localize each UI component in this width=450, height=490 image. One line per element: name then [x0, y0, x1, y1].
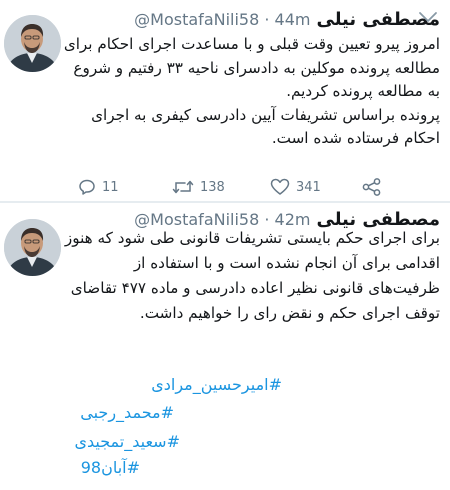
tweet-paragraph: پرونده براساس تشریفات آیین دادرسی کیفری … — [91, 105, 440, 148]
avatar[interactable] — [4, 219, 61, 276]
tweet-text: برای اجرای حکم بایستی تشریفات قانونی طی … — [60, 226, 440, 326]
tweet-paragraph: امروز پیرو تعیین وقت قبلی و با مساعدت اج… — [63, 35, 440, 100]
reply-icon — [79, 179, 95, 195]
hashtag-link[interactable]: #سعید_تمجیدی — [74, 432, 180, 451]
tweet-paragraph: برای اجرای حکم بایستی تشریفات قانونی طی … — [64, 229, 440, 322]
retweet-button[interactable]: 138 — [172, 178, 225, 196]
reply-count: 11 — [102, 179, 119, 195]
handle-and-time[interactable]: @MostafaNili58 · 44m — [134, 10, 310, 29]
hashtag-link[interactable]: #آبان98 — [81, 458, 140, 477]
tweet-actions: 11 138 341 — [78, 178, 398, 198]
tweet[interactable]: @MostafaNili58 · 44m مصطفی نیلی امروز پی… — [0, 0, 450, 203]
share-button[interactable] — [362, 178, 382, 196]
tweet-text: امروز پیرو تعیین وقت قبلی و با مساعدت اج… — [60, 33, 440, 151]
tweet[interactable]: @MostafaNili58 · 42m مصطفی نیلی برای اجر… — [0, 203, 450, 490]
chevron-down-icon[interactable] — [417, 10, 439, 24]
share-icon — [362, 178, 381, 196]
heart-icon — [270, 178, 290, 195]
avatar[interactable] — [4, 15, 61, 72]
hashtag-link[interactable]: #محمد_رجبی — [80, 403, 174, 422]
reply-button[interactable]: 11 — [78, 178, 119, 196]
like-count: 341 — [296, 179, 321, 195]
tweet-header: @MostafaNili58 · 44m مصطفی نیلی — [134, 6, 440, 32]
retweet-icon — [172, 180, 194, 194]
like-button[interactable]: 341 — [270, 178, 321, 196]
hashtag-link[interactable]: #امیرحسین_مرادی — [151, 375, 282, 394]
retweet-count: 138 — [200, 179, 225, 195]
